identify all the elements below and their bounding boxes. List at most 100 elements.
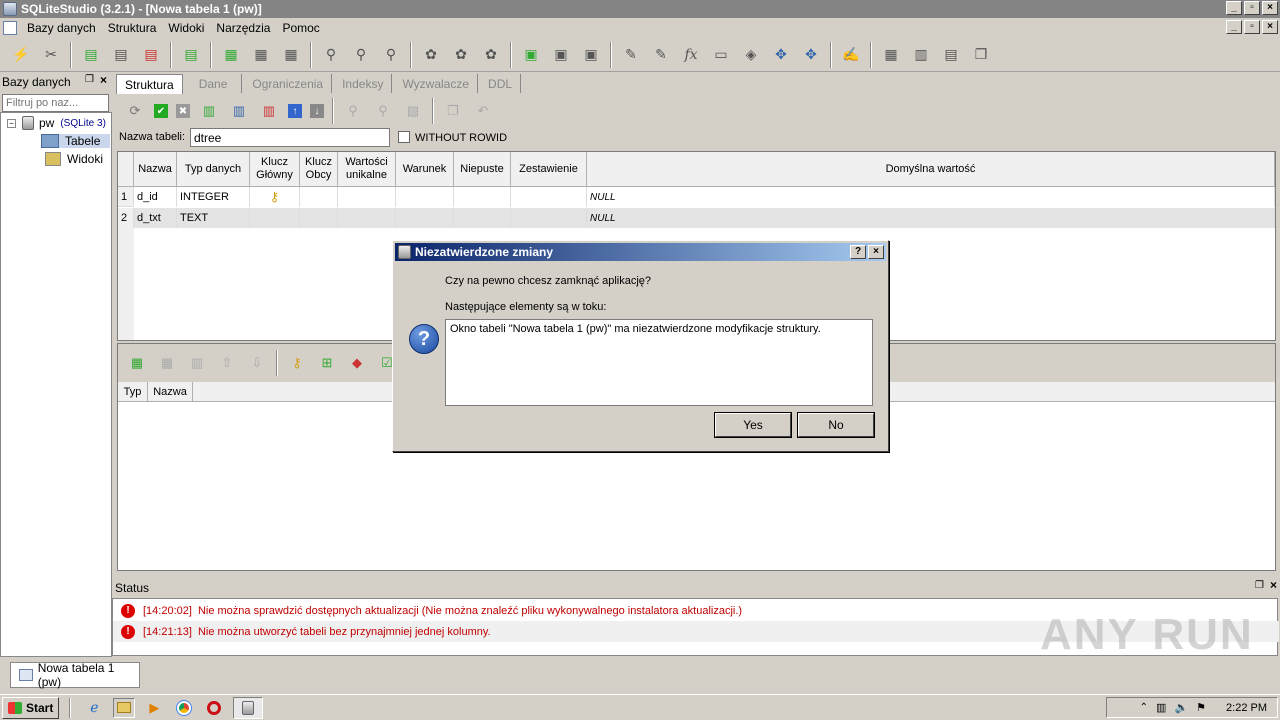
menu-pomoc[interactable]: Pomoc — [276, 21, 325, 35]
tab-wyzwalacze[interactable]: Wyzwalacze — [394, 74, 479, 93]
network-icon[interactable]: ▥ — [1156, 701, 1166, 714]
cell-collate[interactable] — [511, 208, 587, 228]
col-header-unique[interactable]: Wartości unikalne — [338, 152, 396, 187]
constraint-col-nazwa[interactable]: Nazwa — [148, 382, 193, 402]
minimize-button[interactable]: _ — [1226, 1, 1242, 15]
cell-fk[interactable] — [300, 187, 338, 207]
col-header-check[interactable]: Warunek — [396, 152, 454, 187]
delete-trigger-icon[interactable]: ✿ — [479, 43, 503, 67]
ddl-history-icon[interactable]: ✎ — [649, 43, 673, 67]
import-icon[interactable]: ✥ — [769, 43, 793, 67]
add-constraint-icon[interactable]: ▦ — [126, 352, 148, 374]
export-icon[interactable]: ✥ — [799, 43, 823, 67]
delete-column-icon[interactable]: ▥ — [258, 100, 280, 122]
without-rowid-checkbox[interactable] — [398, 131, 410, 143]
constraint-down-icon[interactable]: ⇩ — [246, 352, 268, 374]
media-player-icon[interactable]: ▶ — [143, 698, 165, 718]
add-database-icon[interactable]: ▤ — [79, 43, 103, 67]
collations-icon[interactable]: ▭ — [709, 43, 733, 67]
cell-pk[interactable] — [250, 208, 300, 228]
cell-fk[interactable] — [300, 208, 338, 228]
connect-icon[interactable]: ⚡ — [9, 43, 33, 67]
add-trigger-icon[interactable]: ⚲ — [372, 100, 394, 122]
col-header-nazwa[interactable]: Nazwa — [134, 152, 177, 187]
menu-struktura[interactable]: Struktura — [102, 21, 163, 35]
ie-icon[interactable]: ℯ — [83, 698, 105, 718]
close-panel-icon[interactable]: × — [100, 73, 107, 87]
cell-unique[interactable] — [338, 187, 396, 207]
edit-table-icon[interactable]: ▦ — [249, 43, 273, 67]
cell-check[interactable] — [396, 187, 454, 207]
tile-vertical-icon[interactable]: ▤ — [939, 43, 963, 67]
help-button[interactable]: ? — [850, 245, 866, 259]
constraint-up-icon[interactable]: ⇧ — [216, 352, 238, 374]
new-trigger-icon[interactable]: ✿ — [419, 43, 443, 67]
tab-indeksy[interactable]: Indeksy — [334, 74, 393, 93]
cell-type[interactable]: INTEGER — [177, 187, 250, 207]
restore-button[interactable]: ▫ — [1244, 1, 1260, 15]
explorer-icon[interactable] — [113, 697, 136, 718]
menu-narzedzia[interactable]: Narzędzia — [210, 21, 276, 35]
undock-icon[interactable]: ❐ — [85, 74, 94, 85]
delete-index-icon[interactable]: ⚲ — [379, 43, 403, 67]
status-close-icon[interactable]: × — [1270, 578, 1277, 592]
rollback-icon[interactable]: ✖ — [176, 104, 190, 118]
col-header-fk[interactable]: Klucz Obcy — [300, 152, 338, 187]
no-button[interactable]: No — [797, 412, 875, 438]
tab-ograniczenia[interactable]: Ograniczenia — [244, 74, 333, 93]
constraint-col-typ[interactable]: Typ — [118, 382, 148, 402]
edit-view-icon[interactable]: ▣ — [549, 43, 573, 67]
cascade-icon[interactable]: ❐ — [969, 43, 993, 67]
refresh-icon[interactable]: ⟳ — [124, 100, 146, 122]
table-name-input[interactable]: dtree — [190, 128, 390, 147]
cell-check[interactable] — [396, 208, 454, 228]
cell-collate[interactable] — [511, 187, 587, 207]
pending-items-list[interactable]: Okno tabeli "Nowa tabela 1 (pw)" ma niez… — [445, 319, 873, 406]
window-tab[interactable]: Nowa tabela 1 (pw) — [10, 661, 140, 689]
cell-type[interactable]: TEXT — [177, 208, 250, 228]
move-down-icon[interactable]: ↓ — [310, 104, 324, 118]
sql-editor-icon[interactable]: ✎ — [619, 43, 643, 67]
new-table-icon[interactable]: ▦ — [219, 43, 243, 67]
mdi-restore-button[interactable]: ▫ — [1244, 20, 1260, 34]
cell-default[interactable]: NULL — [587, 187, 1275, 207]
cell-name[interactable]: d_id — [134, 187, 177, 207]
status-undock-icon[interactable]: ❐ — [1255, 580, 1264, 591]
tab-struktura[interactable]: Struktura — [116, 74, 183, 94]
flag-icon[interactable]: ⚑ — [1196, 701, 1206, 714]
export-table-icon[interactable]: ❐ — [442, 100, 464, 122]
tree-node-tables[interactable]: Tabele — [41, 134, 111, 148]
col-header-default[interactable]: Domyślna wartość — [587, 152, 1275, 187]
disconnect-icon[interactable]: ✂ — [39, 43, 63, 67]
cell-notnull[interactable] — [454, 208, 511, 228]
tab-ddl[interactable]: DDL — [480, 74, 522, 93]
tab-dane[interactable]: Dane — [185, 74, 243, 93]
edit-index-icon[interactable]: ⚲ — [349, 43, 373, 67]
tile-horizontal-icon[interactable]: ▥ — [909, 43, 933, 67]
tree-node-views[interactable]: Widoki — [45, 152, 103, 166]
mdi-minimize-button[interactable]: _ — [1226, 20, 1242, 34]
extensions-icon[interactable]: ◈ — [739, 43, 763, 67]
menu-widoki[interactable]: Widoki — [162, 21, 210, 35]
new-index-icon[interactable]: ⚲ — [319, 43, 343, 67]
delete-view-icon[interactable]: ▣ — [579, 43, 603, 67]
cell-default[interactable]: NULL — [587, 208, 1275, 228]
col-header-notnull[interactable]: Niepuste — [454, 152, 511, 187]
sqlitestudio-task-icon[interactable] — [233, 696, 264, 719]
close-button[interactable]: × — [1262, 1, 1278, 15]
col-header-collate[interactable]: Zestawienie — [511, 152, 587, 187]
commit-icon[interactable]: ✔ — [154, 104, 168, 118]
new-view-icon[interactable]: ▣ — [519, 43, 543, 67]
filter-input[interactable] — [2, 94, 109, 112]
tree-node-pw[interactable]: − pw (SQLite 3) — [7, 116, 106, 130]
config-icon[interactable]: ✍ — [839, 43, 863, 67]
collapse-icon[interactable]: − — [7, 118, 16, 128]
col-header-typ[interactable]: Typ danych — [177, 152, 250, 187]
add-column-icon[interactable]: ▥ — [198, 100, 220, 122]
edit-constraint-icon[interactable]: ▦ — [156, 352, 178, 374]
undo-icon[interactable]: ↶ — [472, 100, 494, 122]
refresh-database-icon[interactable]: ▤ — [179, 43, 203, 67]
tray-expand-icon[interactable]: ⌃ — [1140, 702, 1148, 713]
delete-table-icon[interactable]: ▦ — [279, 43, 303, 67]
yes-button[interactable]: Yes — [714, 412, 792, 438]
